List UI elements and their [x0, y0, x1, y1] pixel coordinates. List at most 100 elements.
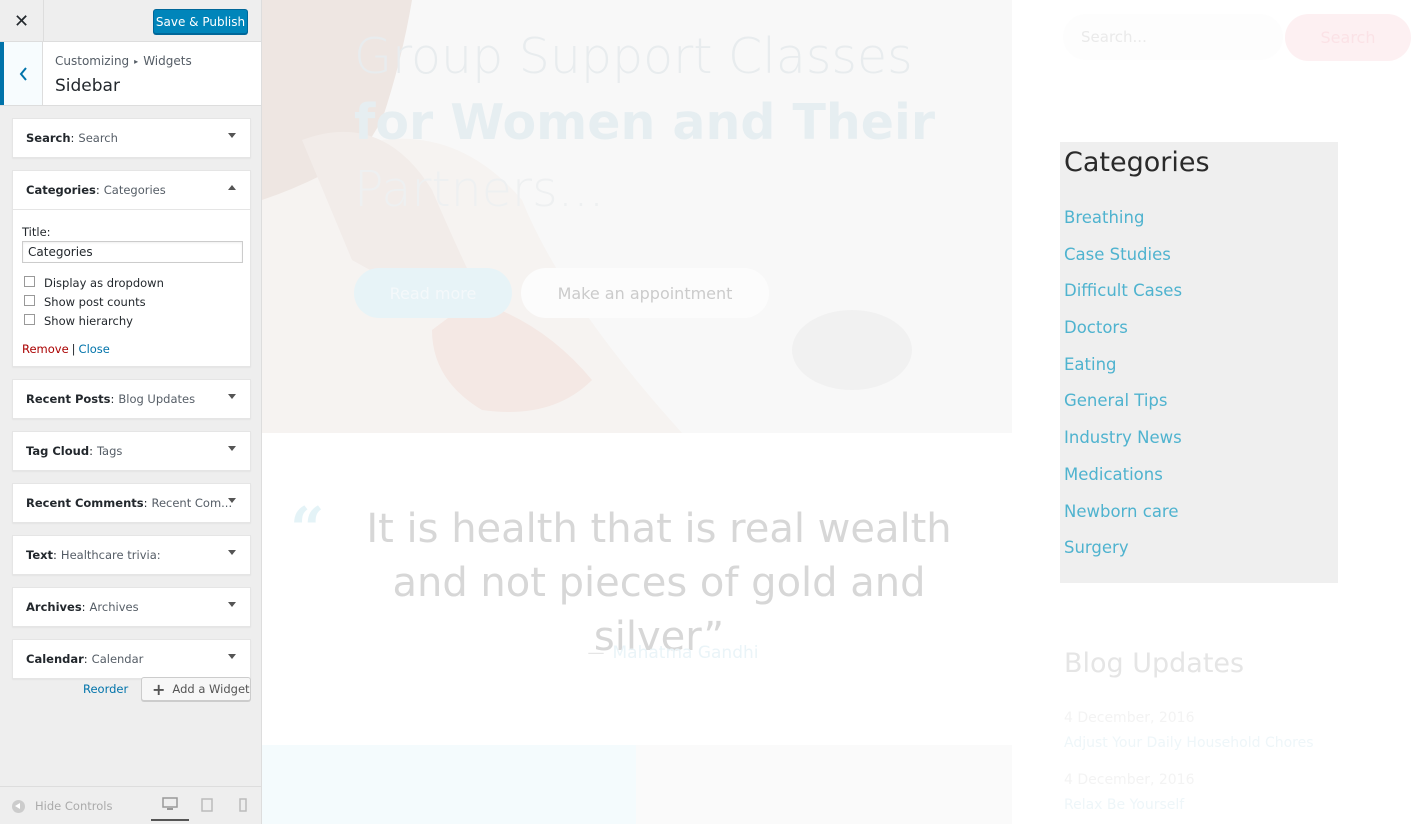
category-link[interactable]: Surgery [1064, 536, 1182, 573]
hero-heading-line1: Group Support Classes [354, 28, 913, 85]
hero-heading-line2: for Women and Their [354, 94, 935, 151]
mobile-preview-icon[interactable] [233, 797, 253, 813]
widget-header[interactable]: Recent Comments: Recent Com... [13, 484, 250, 522]
widget-instance-title: Search [78, 131, 118, 145]
collapse-arrow-icon[interactable] [228, 185, 236, 190]
expand-arrow-icon[interactable] [228, 498, 236, 503]
hide-controls-button[interactable]: Hide Controls [12, 799, 112, 813]
widget-recent-posts: Recent Posts: Blog Updates [12, 379, 251, 419]
save-publish-button[interactable]: Save & Publish [153, 9, 248, 34]
desktop-preview-icon[interactable] [151, 794, 189, 821]
widget-calendar: Calendar: Calendar [12, 639, 251, 679]
widget-header[interactable]: Tag Cloud: Tags [13, 432, 250, 470]
hierarchy-checkbox[interactable] [24, 313, 35, 325]
widget-instance-title: Archives [89, 600, 139, 614]
expand-arrow-icon[interactable] [228, 446, 236, 451]
post-link[interactable]: Adjust Your Daily Household Chores [1064, 735, 1314, 751]
widget-instance-title: Recent Com... [151, 496, 233, 510]
expand-arrow-icon[interactable] [228, 602, 236, 607]
checkbox-label: Show hierarchy [44, 313, 133, 328]
widget-type: Text [26, 548, 54, 562]
hero-banner: Group Support Classes for Women and Thei… [262, 0, 1012, 433]
expand-arrow-icon[interactable] [228, 133, 236, 138]
post-date: 4 December, 2016 [1064, 772, 1195, 788]
widget-tag-cloud: Tag Cloud: Tags [12, 431, 251, 471]
read-more-button[interactable]: Read more [354, 268, 512, 318]
category-link[interactable]: Medications [1064, 463, 1182, 500]
category-link[interactable]: General Tips [1064, 389, 1182, 426]
expand-arrow-icon[interactable] [228, 654, 236, 659]
widget-header[interactable]: Categories: Categories [13, 171, 250, 210]
widget-actions: Remove | Close [22, 342, 241, 356]
tablet-preview-icon[interactable] [197, 797, 217, 813]
close-icon[interactable]: ✕ [0, 0, 44, 42]
widget-type: Recent Posts [26, 392, 111, 406]
category-link[interactable]: Case Studies [1064, 243, 1182, 280]
widget-header[interactable]: Archives: Archives [13, 588, 250, 626]
customizer-header: ✕ Save & Publish [0, 0, 261, 42]
quote-dash: — [587, 643, 605, 663]
widget-type: Tag Cloud [26, 444, 90, 458]
category-link[interactable]: Difficult Cases [1064, 279, 1182, 316]
category-link[interactable]: Doctors [1064, 316, 1182, 353]
feature-block [262, 745, 636, 824]
blog-updates-title: Blog Updates [1064, 648, 1245, 679]
widget-header[interactable]: Calendar: Calendar [13, 640, 250, 678]
widget-instance-title: Calendar [91, 652, 144, 666]
widget-text: Text: Healthcare trivia: [12, 535, 251, 575]
widget-area-actions: Reorder + Add a Widget [12, 677, 251, 701]
post-counts-checkbox[interactable] [24, 294, 35, 306]
checkbox-row[interactable]: Show hierarchy [22, 311, 241, 330]
expand-arrow-icon[interactable] [228, 394, 236, 399]
post-link[interactable]: Relax Be Yourself [1064, 797, 1184, 813]
back-arrow-icon[interactable] [0, 42, 43, 105]
checkbox-label: Display as dropdown [44, 275, 164, 290]
site-preview: Group Support Classes for Women and Thei… [262, 0, 1411, 824]
dropdown-checkbox[interactable] [24, 275, 35, 287]
remove-link[interactable]: Remove [22, 342, 69, 356]
widget-instance-title: Categories [103, 183, 166, 197]
title-input[interactable] [22, 241, 243, 263]
feature-image [636, 745, 1012, 824]
post-date: 4 December, 2016 [1064, 710, 1195, 726]
quote-text: It is health that is real wealth and not… [366, 506, 952, 660]
quote-icon: “ [290, 495, 325, 565]
plus-icon: + [152, 679, 166, 699]
checkbox-row[interactable]: Display as dropdown [22, 273, 241, 292]
quote-author: — Mahatma Gandhi [262, 643, 1084, 663]
widget-type: Search [26, 131, 71, 145]
add-widget-label: Add a Widget [172, 682, 250, 696]
widget-form: Title: Display as dropdown Show post cou… [13, 210, 250, 366]
widget-header[interactable]: Search: Search [13, 119, 250, 157]
section-title: Sidebar [55, 76, 120, 96]
checkbox-row[interactable]: Show post counts [22, 292, 241, 311]
category-link[interactable]: Newborn care [1064, 500, 1182, 537]
widget-instance-title: Healthcare trivia: [60, 548, 161, 562]
widget-search: Search: Search [12, 118, 251, 158]
category-link[interactable]: Breathing [1064, 206, 1182, 243]
reorder-link[interactable]: Reorder [83, 682, 128, 696]
quote-author-name: Mahatma Gandhi [612, 643, 759, 663]
collapse-icon [12, 799, 25, 813]
breadcrumb-item: Widgets [143, 54, 192, 68]
search-button[interactable]: Search [1285, 14, 1411, 61]
category-link[interactable]: Eating [1064, 353, 1182, 390]
breadcrumb: Customizing ▸ Widgets [55, 54, 192, 68]
title-label: Title: [22, 225, 51, 239]
search-input[interactable]: Search... [1063, 14, 1283, 60]
appointment-button[interactable]: Make an appointment [521, 268, 769, 318]
customizer-footer: Hide Controls [0, 786, 261, 824]
widget-header[interactable]: Text: Healthcare trivia: [13, 536, 250, 574]
widget-type: Categories [26, 183, 96, 197]
widget-instance-title: Tags [96, 444, 123, 458]
customizer-panel: ✕ Save & Publish Customizing ▸ Widgets Sid… [0, 0, 262, 824]
close-link[interactable]: Close [79, 342, 110, 356]
widget-header[interactable]: Recent Posts: Blog Updates [13, 380, 250, 418]
breadcrumb-separator-icon: ▸ [134, 57, 139, 66]
category-link[interactable]: Industry News [1064, 426, 1182, 463]
breadcrumb-item: Customizing [55, 54, 130, 68]
expand-arrow-icon[interactable] [228, 550, 236, 555]
widget-archives: Archives: Archives [12, 587, 251, 627]
add-widget-button[interactable]: + Add a Widget [141, 677, 251, 701]
checkbox-label: Show post counts [44, 294, 146, 309]
